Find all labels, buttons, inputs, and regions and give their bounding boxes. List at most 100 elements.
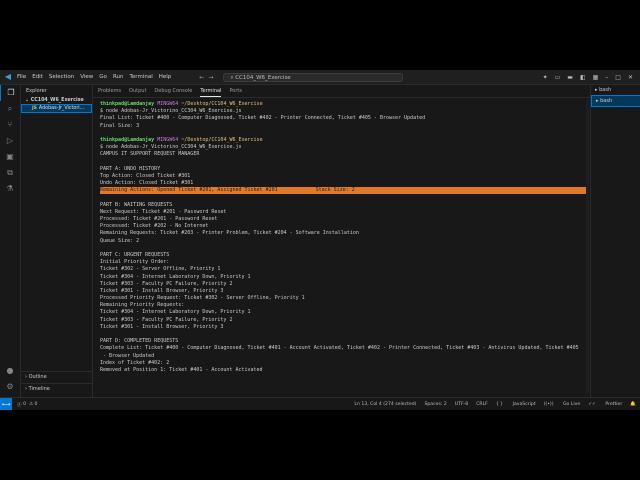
terminal-line: Ticket #302 - Server Offline, Priority 1 [100,266,221,273]
terminal-line: Ticket #301 - Install Browser, Priority … [100,323,224,330]
terminal-line: Queue Size: 2 [100,237,140,244]
status-bar: ⟷ ⓧ 0 ⚠ 0 Ln 13, Col 4 (274 selected) Sp… [0,397,640,410]
terminal-line: CAMPUS IT SUPPORT REQUEST MANAGER [100,151,200,158]
indentation[interactable]: Spaces: 2 [424,402,446,407]
extensions-icon[interactable]: ▣ [0,149,20,165]
terminal-output[interactable]: thinkpad@Lamdanjay MINGW64 ~/Desktop/CC1… [100,101,586,395]
terminal-line: Next Request: Ticket #201 - Password Res… [100,208,227,215]
panel-tabs: Problems Output Debug Console Terminal Ports [93,85,590,98]
terminal-line: Top Action: Closed Ticket #301 [100,172,191,179]
tab-terminal[interactable]: Terminal [200,86,222,97]
menu-item-file[interactable]: File [17,74,26,80]
workspace-folder[interactable]: ⌄ CC104_W6_Exercise [21,97,92,104]
tab-debug-console[interactable]: Debug Console [154,86,192,96]
menu-bar: File Edit Selection View Go Run Terminal Help [17,74,177,80]
tab-output[interactable]: Output [129,86,146,96]
command-center-search[interactable]: ⌕ CC104_W6_Exercise [223,72,404,82]
minimize-icon[interactable]: – [605,74,608,81]
error-count[interactable]: 0 [23,402,26,407]
prompt-path: ~/Desktop/CC104_W6_Exercise [181,101,263,107]
warning-icon: ⚠ [28,402,34,407]
prompt-user: thinkpad@Lamdanjay [100,136,155,143]
account-avatar[interactable]: ● [0,363,20,379]
session-label: bash [600,98,613,104]
terminal-sessions: ▸ bash ▸ bash [590,85,640,397]
file-item[interactable]: JS Adobas-Jr_Victori... [21,104,92,113]
layout-toggle-icon[interactable]: ▭ [555,74,561,81]
menu-item-run[interactable]: Run [113,74,124,80]
maximize-icon[interactable]: □ [615,74,621,81]
terminal-line: Complete List: Ticket #400 - Computer Di… [100,345,579,352]
terminal-panel: Problems Output Debug Console Terminal Ports… [93,85,590,397]
language-mode[interactable]: { } JavaScript [496,402,536,407]
prompt-host: MINGW64 [157,101,179,107]
forward-arrow-icon[interactable]: → [208,74,213,81]
menu-item-help[interactable]: Help [159,74,172,80]
line-ending[interactable]: CRLF [476,402,488,407]
panel-toggle-icon[interactable]: ▬ [567,74,573,81]
menu-item-view[interactable]: View [80,74,93,80]
terminal-line: Processed: Ticket #201 - Password Reset [100,216,218,223]
terminal-line: Remaining Actions: Opened Ticket #201, A… [100,187,316,195]
menu-item-selection[interactable]: Selection [49,74,74,80]
terminal-line: - Browser Updated [100,352,155,359]
search-icon[interactable]: ⌕ [0,101,20,117]
terminal-line: PART D: COMPLETED REQUESTS [100,338,179,345]
encoding[interactable]: UTF-8 [455,402,468,407]
menu-item-terminal[interactable]: Terminal [129,74,152,80]
terminal-line: Ticket #301 - Install Browser, Priority … [100,287,224,294]
session-label: bash [599,87,612,93]
tab-problems[interactable]: Problems [98,86,121,96]
terminal-line: Remaining Priority Requests: [100,302,185,309]
remote-icon[interactable]: ⟷ [0,398,12,410]
explorer-icon[interactable]: ❐ [0,85,21,101]
terminal-line: $ node Adobas-Jr_Victorino_CC304_W6_Exer… [100,144,242,151]
terminal-session[interactable]: ▸ bash [591,85,640,95]
terminal-line: Ticket #304 - Internet Laboratory Down, … [100,309,251,316]
copilot-icon[interactable]: ✦ [543,74,548,81]
activity-bar: ❐ ⌕ ⑂ ▷ ▣ ⧉ ⚗ ● ⚙ [0,85,21,397]
terminal-line: Remaining Requests: Ticket #203 - Printe… [100,230,359,237]
notifications-icon[interactable]: 🔔 [630,402,636,407]
terminal-line: Stack Size: 2 [315,187,586,195]
gear-icon[interactable]: ⚙ [0,379,20,395]
remote-explorer-icon[interactable]: ⧉ [0,165,20,181]
terminal-line: PART B: WAITING REQUESTS [100,201,173,208]
terminal-line: Ticket #303 - Faculty PC Failure, Priori… [100,316,233,323]
layout-grid-icon[interactable]: ▦ [593,74,599,81]
prompt-user: thinkpad@Lamdanjay [100,101,155,107]
terminal-prompt: thinkpad@Lamdanjay MINGW64 ~/Desktop/CC1… [100,101,586,108]
search-text: CC104_W6_Exercise [235,74,291,81]
title-bar: ◀ File Edit Selection View Go Run Terminal Help… [0,70,640,85]
explorer-title: Explorer [26,88,47,94]
file-label: Adobas-Jr_Victori... [38,106,85,111]
run-debug-icon[interactable]: ▷ [0,133,20,149]
terminal-line: Final Size: 3 [100,122,140,129]
timeline-section[interactable]: › Timeline [21,383,92,394]
terminal-line: Initial Priority Order: [100,259,170,266]
cursor-position[interactable]: Ln 13, Col 4 (274 selected) [354,402,416,407]
terminal-session[interactable]: ▸ bash [591,95,640,107]
prettier-button[interactable]: ✓✓ Prettier [588,402,622,407]
nav-arrows: ← → [199,74,217,81]
back-arrow-icon[interactable]: ← [199,74,204,81]
folder-label: CC104_W6_Exercise [30,98,84,103]
vscode-logo-icon: ◀ [4,72,12,81]
source-control-icon[interactable]: ⑂ [0,117,20,133]
sidebar-toggle-icon[interactable]: ◧ [580,74,586,81]
close-icon[interactable]: ✕ [628,74,633,81]
testing-icon[interactable]: ⚗ [0,181,20,197]
tab-ports[interactable]: Ports [229,86,242,96]
warning-count[interactable]: 0 [35,402,38,407]
vscode-window: ◀ File Edit Selection View Go Run Terminal Help… [0,70,640,410]
go-live-button[interactable]: ((•)) Go Live [544,402,581,407]
terminal-line: Processed Priority Request: Ticket #302 … [100,295,305,302]
terminal-line: Processed: Ticket #202 - No Internet [100,223,209,230]
menu-item-edit[interactable]: Edit [32,74,43,80]
menu-item-go[interactable]: Go [99,74,107,80]
outline-section[interactable]: › Outline [21,371,92,382]
terminal-scrollbar[interactable] [586,99,589,393]
